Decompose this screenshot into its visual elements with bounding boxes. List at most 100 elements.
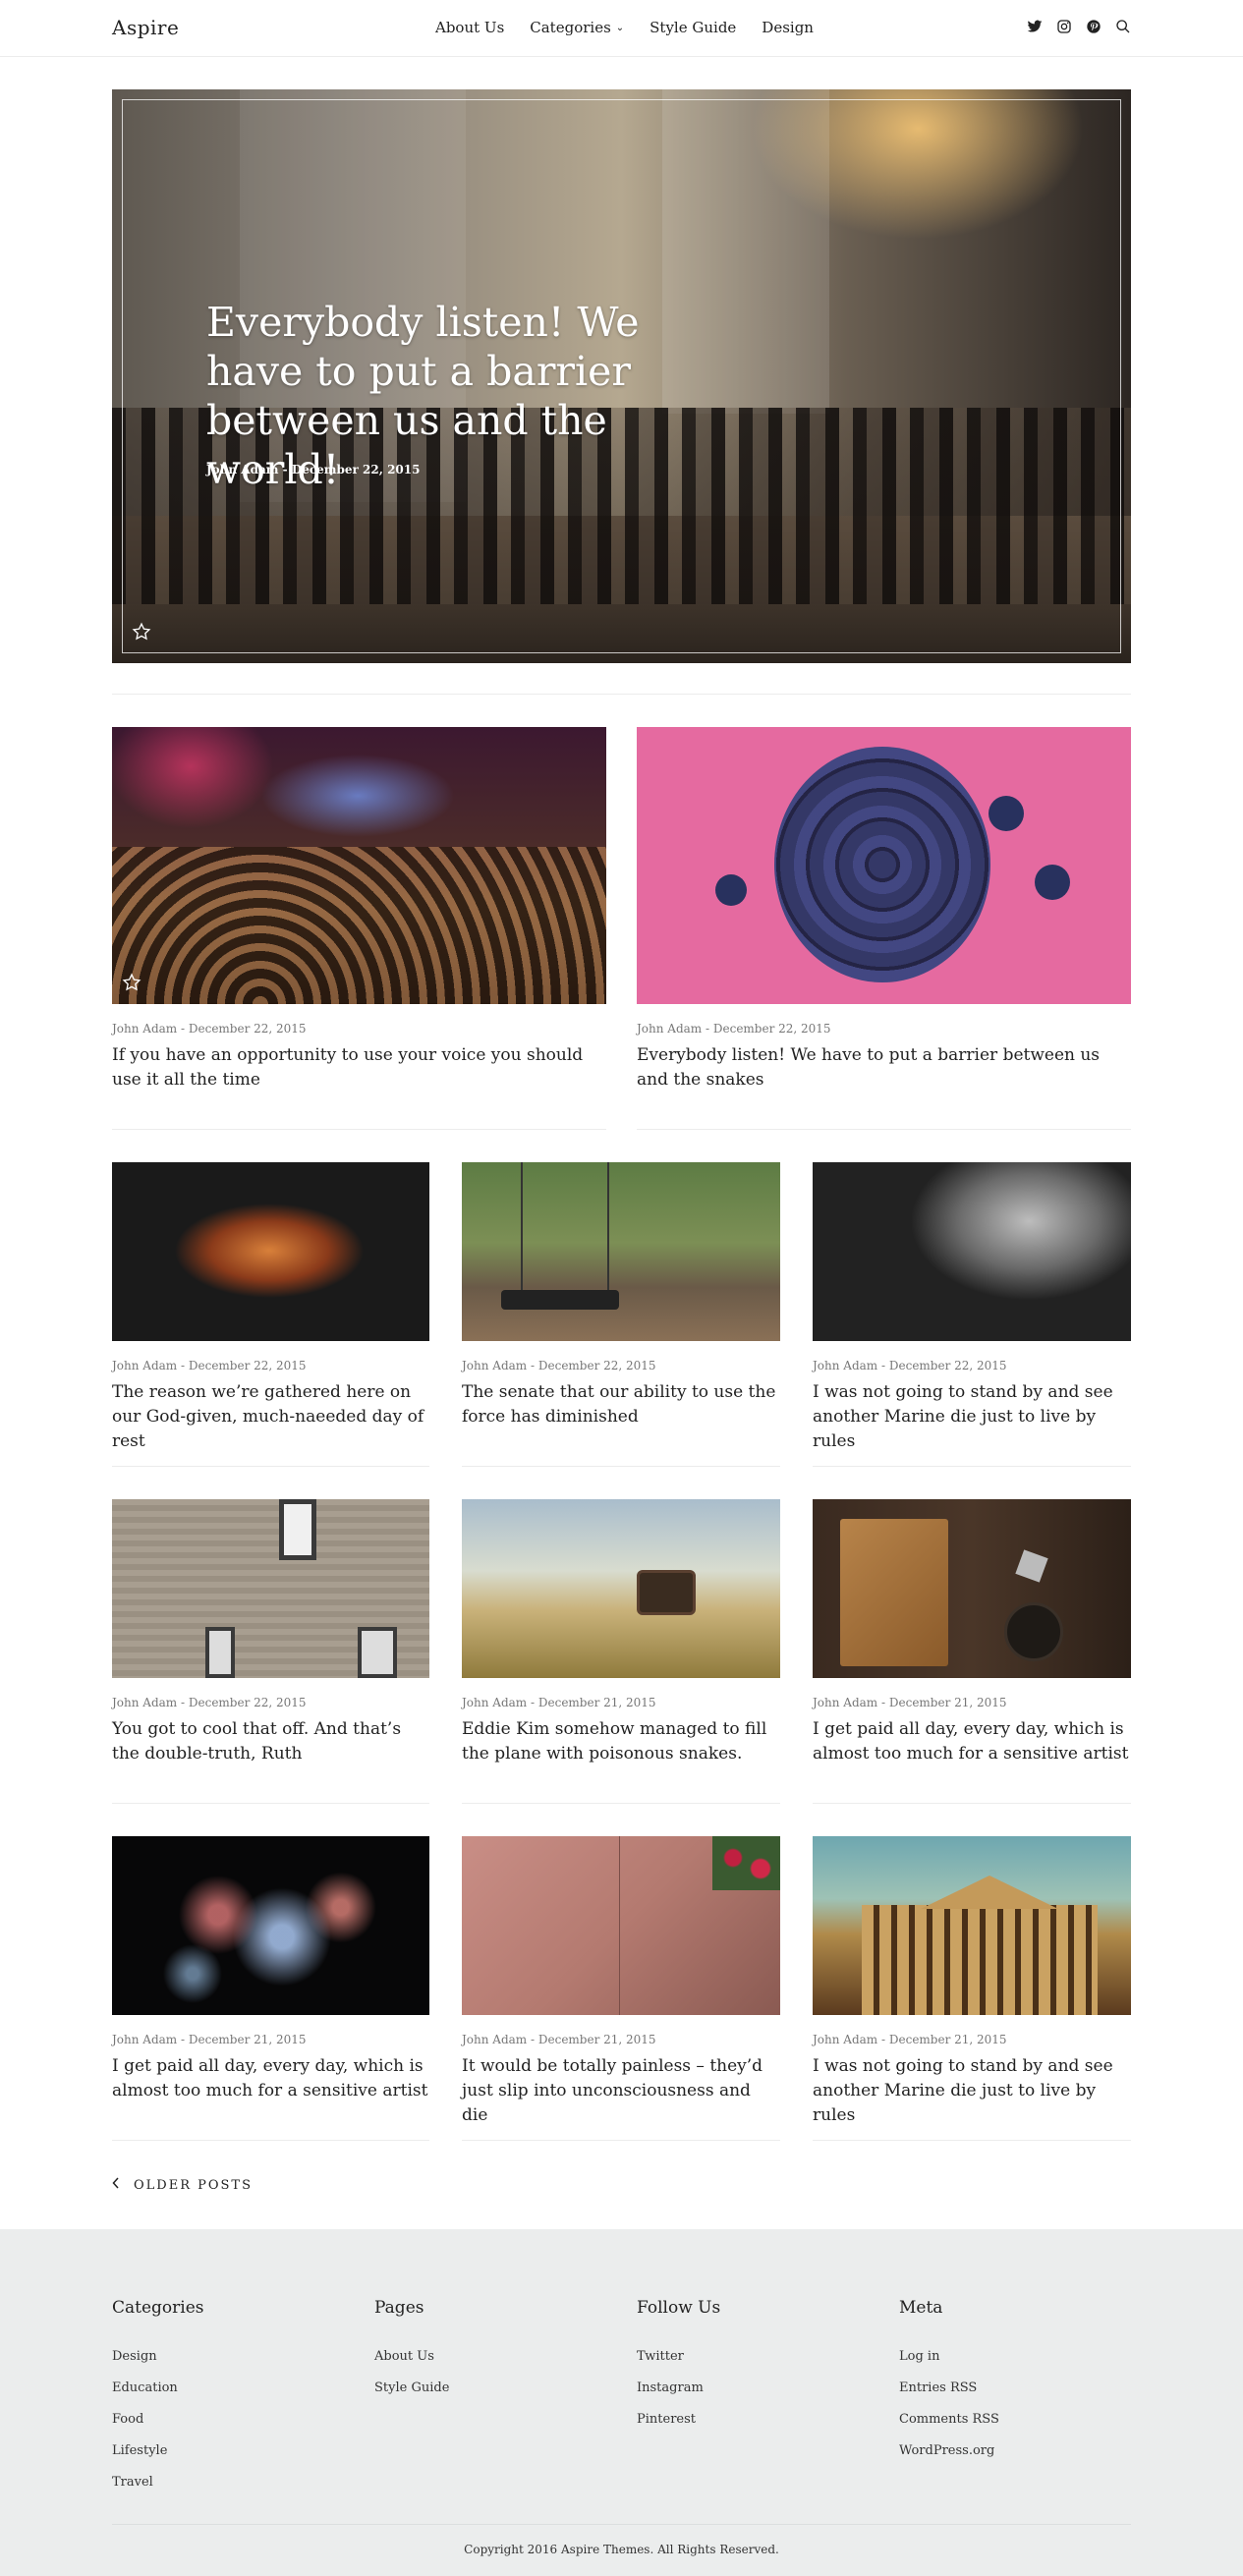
post-meta: John Adam - December 22, 2015 <box>112 1022 307 1036</box>
post-title[interactable]: You got to cool that off. And that’s the… <box>112 1717 429 1766</box>
divider <box>462 1803 780 1804</box>
post-meta: John Adam - December 21, 2015 <box>462 2033 656 2046</box>
footer-column-categories: Categories Design Education Food Lifesty… <box>112 2298 204 2498</box>
divider <box>112 1129 606 1130</box>
social-links <box>1027 19 1131 34</box>
post-meta: John Adam - December 21, 2015 <box>112 2033 307 2046</box>
post-title[interactable]: It would be totally painless – they’d ju… <box>462 2054 780 2128</box>
post-title[interactable]: I was not going to stand by and see anot… <box>813 1380 1131 1454</box>
post-image-crowd <box>112 847 606 1004</box>
post-title[interactable]: If you have an opportunity to use your v… <box>112 1043 606 1092</box>
post-title[interactable]: The reason we’re gathered here on our Go… <box>112 1380 429 1454</box>
post-title[interactable]: I get paid all day, every day, which is … <box>813 1717 1131 1766</box>
post-image-seam <box>619 1836 620 2015</box>
post-card[interactable]: John Adam - December 22, 2015 I was not … <box>813 1162 1131 1454</box>
post-image[interactable] <box>112 1499 429 1678</box>
post-title[interactable]: I was not going to stand by and see anot… <box>813 2054 1131 2128</box>
post-image-flowers <box>712 1836 780 1890</box>
nav-item-style-guide[interactable]: Style Guide <box>650 19 736 36</box>
nav-item-design[interactable]: Design <box>762 19 814 36</box>
post-card[interactable]: John Adam - December 22, 2015 Everybody … <box>637 727 1131 1092</box>
instagram-icon[interactable] <box>1056 19 1072 34</box>
main-nav: About Us Categories ⌄ Style Guide Design <box>435 19 814 36</box>
footer-divider <box>112 2524 1131 2525</box>
chevron-down-icon: ⌄ <box>615 23 625 33</box>
post-image-notebook <box>840 1519 948 1666</box>
footer-heading: Pages <box>374 2298 424 2318</box>
site-header: Aspire About Us Categories ⌄ Style Guide … <box>0 0 1243 57</box>
footer-link[interactable]: Instagram <box>637 2373 720 2404</box>
older-posts-label: OLDER POSTS <box>134 2177 254 2193</box>
post-card[interactable]: John Adam - December 22, 2015 If you hav… <box>112 727 606 1092</box>
twitter-icon[interactable] <box>1027 19 1043 34</box>
post-card[interactable]: John Adam - December 21, 2015 I get paid… <box>112 1836 429 2103</box>
post-image-berry <box>715 874 747 906</box>
post-image[interactable] <box>813 1499 1131 1678</box>
post-image-object <box>1015 1549 1048 1583</box>
post-image-window <box>358 1627 397 1678</box>
footer-link[interactable]: About Us <box>374 2341 449 2373</box>
footer-link[interactable]: Twitter <box>637 2341 720 2373</box>
pinterest-icon[interactable] <box>1086 19 1102 34</box>
post-image[interactable] <box>462 1499 780 1678</box>
post-image-pediment <box>921 1876 1058 1909</box>
footer-link[interactable]: Education <box>112 2373 204 2404</box>
post-card[interactable]: John Adam - December 21, 2015 It would b… <box>462 1836 780 2128</box>
post-image[interactable] <box>462 1836 780 2015</box>
post-meta: John Adam - December 21, 2015 <box>813 2033 1007 2046</box>
post-image-berry <box>1035 865 1070 900</box>
post-card[interactable]: John Adam - December 22, 2015 The senate… <box>462 1162 780 1429</box>
older-posts-link[interactable]: OLDER POSTS <box>112 2177 253 2193</box>
divider <box>462 2140 780 2141</box>
divider <box>112 1803 429 1804</box>
post-image[interactable] <box>112 727 606 1004</box>
post-title[interactable]: Everybody listen! We have to put a barri… <box>637 1043 1131 1092</box>
post-card[interactable]: John Adam - December 22, 2015 The reason… <box>112 1162 429 1454</box>
post-image[interactable] <box>112 1162 429 1341</box>
post-card[interactable]: John Adam - December 21, 2015 I was not … <box>813 1836 1131 2128</box>
post-image-swing <box>521 1162 609 1310</box>
hero-post[interactable]: Everybody listen! We have to put a barri… <box>112 89 1131 663</box>
post-title[interactable]: The senate that our ability to use the f… <box>462 1380 780 1429</box>
footer-link[interactable]: Pinterest <box>637 2404 720 2436</box>
nav-item-label: Categories <box>530 19 611 36</box>
footer-link[interactable]: Comments RSS <box>899 2404 999 2436</box>
post-meta: John Adam - December 22, 2015 <box>462 1359 656 1372</box>
post-meta: John Adam - December 22, 2015 <box>813 1359 1007 1372</box>
footer-heading: Follow Us <box>637 2298 721 2318</box>
post-image-fireworks <box>141 1856 397 2003</box>
post-card[interactable]: John Adam - December 21, 2015 I get paid… <box>813 1499 1131 1766</box>
footer-link[interactable]: Travel <box>112 2467 204 2498</box>
copyright: Copyright 2016 Aspire Themes. All Rights… <box>464 2543 779 2556</box>
divider <box>462 1466 780 1467</box>
post-image[interactable] <box>637 727 1131 1004</box>
post-title[interactable]: Eddie Kim somehow managed to fill the pl… <box>462 1717 780 1766</box>
divider <box>813 1803 1131 1804</box>
post-image-window <box>279 1499 316 1560</box>
footer-column-pages: Pages About Us Style Guide <box>374 2298 449 2404</box>
footer-link[interactable]: Entries RSS <box>899 2373 999 2404</box>
post-card[interactable]: John Adam - December 21, 2015 Eddie Kim … <box>462 1499 780 1766</box>
footer-link[interactable]: Log in <box>899 2341 999 2373</box>
chevron-left-icon <box>112 2177 120 2193</box>
star-icon <box>122 973 141 992</box>
footer-link[interactable]: Lifestyle <box>112 2436 204 2467</box>
footer-link[interactable]: Food <box>112 2404 204 2436</box>
footer-column-follow-us: Follow Us Twitter Instagram Pinterest <box>637 2298 720 2436</box>
nav-item-categories[interactable]: Categories ⌄ <box>530 19 624 36</box>
post-image[interactable] <box>462 1162 780 1341</box>
post-meta: John Adam - December 22, 2015 <box>112 1696 307 1709</box>
nav-item-about-us[interactable]: About Us <box>435 19 504 36</box>
post-image[interactable] <box>813 1162 1131 1341</box>
post-image[interactable] <box>813 1836 1131 2015</box>
divider <box>112 694 1131 695</box>
post-card[interactable]: John Adam - December 22, 2015 You got to… <box>112 1499 429 1766</box>
post-title[interactable]: I get paid all day, every day, which is … <box>112 2054 429 2103</box>
post-image[interactable] <box>112 1836 429 2015</box>
footer-link[interactable]: Style Guide <box>374 2373 449 2404</box>
post-image-swing-seat <box>501 1290 619 1310</box>
footer-link[interactable]: Design <box>112 2341 204 2373</box>
footer-link[interactable]: WordPress.org <box>899 2436 999 2467</box>
site-logo[interactable]: Aspire <box>112 16 179 39</box>
search-icon[interactable] <box>1115 19 1131 34</box>
